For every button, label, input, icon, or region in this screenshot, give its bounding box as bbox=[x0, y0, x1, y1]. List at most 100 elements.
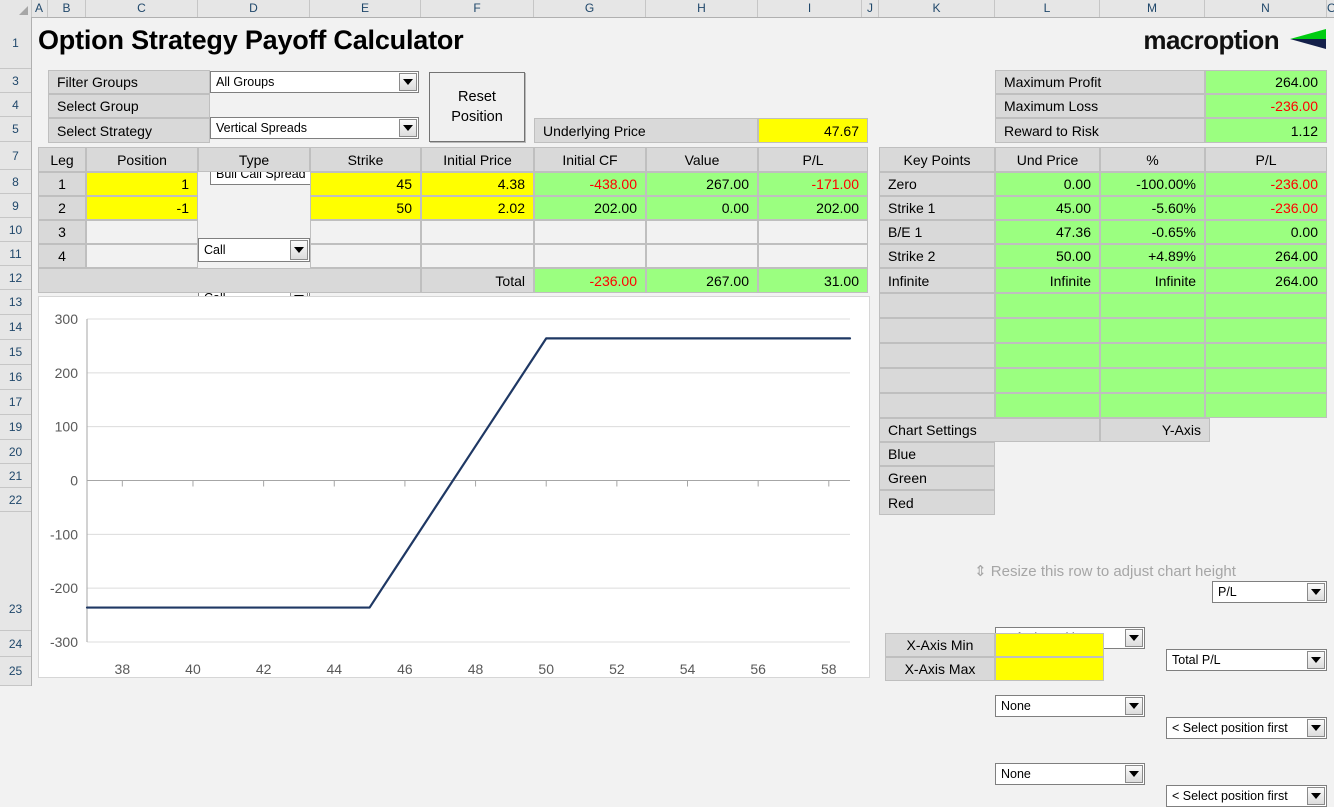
chevron-down-icon[interactable] bbox=[1307, 719, 1325, 737]
row-header-4[interactable]: 4 bbox=[0, 93, 31, 117]
keypoint-und-price bbox=[995, 293, 1100, 318]
svg-text:56: 56 bbox=[750, 661, 766, 677]
column-header-M[interactable]: M bbox=[1100, 0, 1205, 17]
leg-position-input[interactable]: 1 bbox=[86, 172, 198, 196]
row-header-24[interactable]: 24 bbox=[0, 631, 31, 657]
resize-row-hint: ⇕ Resize this row to adjust chart height bbox=[974, 563, 1236, 580]
leg-type-value: Call bbox=[204, 243, 226, 257]
column-header-J[interactable]: J bbox=[862, 0, 879, 17]
row-header-12[interactable]: 12 bbox=[0, 266, 31, 290]
series-color-label-green: Green bbox=[879, 466, 995, 490]
series-position-dropdown-green[interactable]: None bbox=[995, 695, 1145, 717]
row-header-23[interactable]: 23 bbox=[0, 512, 31, 631]
filter-groups-value: All Groups bbox=[216, 75, 275, 89]
chevron-down-icon[interactable] bbox=[399, 119, 417, 137]
chevron-down-icon[interactable] bbox=[1307, 787, 1325, 805]
select-group-dropdown[interactable]: Vertical Spreads bbox=[210, 117, 419, 139]
series-metric-dropdown-green[interactable]: < Select position first bbox=[1166, 717, 1327, 739]
chevron-down-icon[interactable] bbox=[290, 240, 308, 260]
filter-groups-dropdown[interactable]: All Groups bbox=[210, 71, 419, 93]
leg-strike-input[interactable]: 45 bbox=[310, 172, 421, 196]
column-header-K[interactable]: K bbox=[879, 0, 995, 17]
column-header-F[interactable]: F bbox=[421, 0, 534, 17]
row-header-20[interactable]: 20 bbox=[0, 440, 31, 464]
legs-header-position: Position bbox=[86, 147, 198, 172]
column-header-G[interactable]: G bbox=[534, 0, 646, 17]
leg-value: 267.00 bbox=[646, 172, 758, 196]
leg-strike-input[interactable] bbox=[310, 244, 421, 268]
row-header-9[interactable]: 9 bbox=[0, 194, 31, 218]
column-header-B[interactable]: B bbox=[48, 0, 86, 17]
column-header-A[interactable]: A bbox=[31, 0, 48, 17]
underlying-price-input[interactable]: 47.67 bbox=[758, 118, 868, 143]
row-header-13[interactable]: 13 bbox=[0, 290, 31, 315]
yaxis-dropdown[interactable]: P/L bbox=[1212, 581, 1327, 603]
chevron-down-icon[interactable] bbox=[1125, 697, 1143, 715]
leg-position-input[interactable] bbox=[86, 244, 198, 268]
payoff-chart-svg: -300 -200 -100 0 100 200 300 38 40 42 44 46 48 50 52 54… bbox=[50, 311, 852, 677]
column-header-C[interactable]: C bbox=[86, 0, 198, 17]
column-header-I[interactable]: I bbox=[758, 0, 862, 17]
leg-initial-price-input[interactable]: 2.02 bbox=[421, 196, 534, 220]
xaxis-max-input[interactable] bbox=[995, 657, 1104, 681]
chevron-down-icon[interactable] bbox=[1307, 651, 1325, 669]
leg-initial-price-input[interactable] bbox=[421, 220, 534, 244]
keypoint-pct: -0.65% bbox=[1100, 220, 1205, 244]
reset-button-line1: Reset bbox=[458, 89, 496, 105]
row-header-3[interactable]: 3 bbox=[0, 69, 31, 93]
leg-initial-cf: -438.00 bbox=[534, 172, 646, 196]
chevron-down-icon[interactable] bbox=[1125, 629, 1143, 647]
column-header-O[interactable]: O bbox=[1327, 0, 1334, 17]
leg-pl bbox=[758, 244, 868, 268]
leg-number: 4 bbox=[38, 244, 86, 268]
keypoint-und-price bbox=[995, 343, 1100, 368]
row-header-1[interactable]: 1 bbox=[0, 17, 31, 69]
row-header-8[interactable]: 8 bbox=[0, 170, 31, 194]
leg-strike-input[interactable] bbox=[310, 220, 421, 244]
row-header-17[interactable]: 17 bbox=[0, 390, 31, 415]
column-header-D[interactable]: D bbox=[198, 0, 310, 17]
column-header-N[interactable]: N bbox=[1205, 0, 1327, 17]
legs-total-pl: 31.00 bbox=[758, 268, 868, 293]
chevron-down-icon[interactable] bbox=[1125, 765, 1143, 783]
xaxis-min-input[interactable] bbox=[995, 633, 1104, 657]
row-header-19[interactable]: 19 bbox=[0, 415, 31, 440]
chevron-down-icon[interactable] bbox=[1307, 583, 1325, 601]
series-position-dropdown-red[interactable]: None bbox=[995, 763, 1145, 785]
series-position-value: None bbox=[1001, 767, 1031, 781]
row-header-10[interactable]: 10 bbox=[0, 218, 31, 242]
chevron-down-icon[interactable] bbox=[399, 73, 417, 91]
keypoint-und-price bbox=[995, 368, 1100, 393]
keypoint-pct bbox=[1100, 343, 1205, 368]
row-header-22[interactable]: 22 bbox=[0, 488, 31, 512]
leg-strike-input[interactable]: 50 bbox=[310, 196, 421, 220]
keypoint-name: Strike 2 bbox=[879, 244, 995, 268]
column-header-E[interactable]: E bbox=[310, 0, 421, 17]
row-header-25[interactable]: 25 bbox=[0, 657, 31, 686]
svg-text:38: 38 bbox=[115, 661, 131, 677]
leg-position-input[interactable]: -1 bbox=[86, 196, 198, 220]
svg-text:58: 58 bbox=[821, 661, 837, 677]
leg-initial-price-input[interactable]: 4.38 bbox=[421, 172, 534, 196]
keypoint-pct bbox=[1100, 318, 1205, 343]
row-header-7[interactable]: 7 bbox=[0, 142, 31, 170]
svg-text:44: 44 bbox=[326, 661, 342, 677]
column-header-H[interactable]: H bbox=[646, 0, 758, 17]
select-all-corner[interactable] bbox=[0, 0, 32, 17]
row-header-5[interactable]: 5 bbox=[0, 117, 31, 142]
series-metric-dropdown-red[interactable]: < Select position first bbox=[1166, 785, 1327, 807]
keypoint-pct: +4.89% bbox=[1100, 244, 1205, 268]
payoff-chart[interactable]: -300 -200 -100 0 100 200 300 38 40 42 44 46 48 50 52 54… bbox=[38, 296, 870, 678]
column-header-L[interactable]: L bbox=[995, 0, 1100, 17]
yaxis-value: P/L bbox=[1218, 585, 1237, 599]
row-header-11[interactable]: 11 bbox=[0, 242, 31, 266]
leg-type-dropdown[interactable]: Call bbox=[198, 238, 310, 262]
row-header-21[interactable]: 21 bbox=[0, 464, 31, 488]
reset-position-button[interactable]: Reset Position bbox=[429, 72, 525, 142]
row-header-16[interactable]: 16 bbox=[0, 365, 31, 390]
leg-initial-price-input[interactable] bbox=[421, 244, 534, 268]
leg-position-input[interactable] bbox=[86, 220, 198, 244]
row-header-15[interactable]: 15 bbox=[0, 340, 31, 365]
series-metric-dropdown-blue[interactable]: Total P/L bbox=[1166, 649, 1327, 671]
row-header-14[interactable]: 14 bbox=[0, 315, 31, 340]
